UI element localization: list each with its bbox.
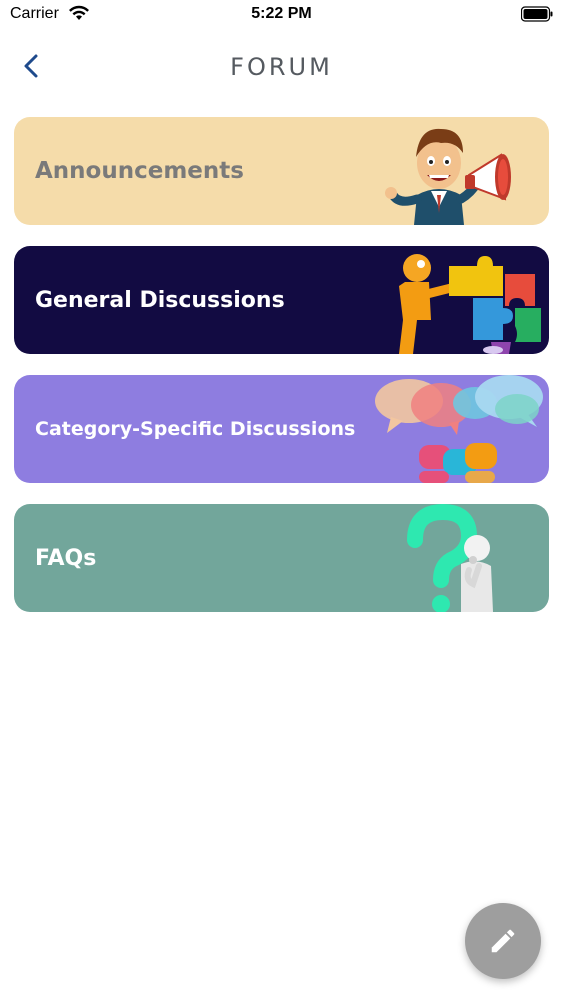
category-label: Category-Specific Discussions bbox=[35, 418, 356, 440]
category-card-general-discussions[interactable]: General Discussions bbox=[14, 246, 549, 354]
pencil-icon bbox=[491, 929, 515, 953]
battery-icon bbox=[521, 6, 553, 22]
page-title: FORUM bbox=[230, 53, 333, 81]
category-label: General Discussions bbox=[35, 287, 285, 313]
megaphone-man-illustration bbox=[385, 128, 511, 225]
category-card-category-specific-discussions[interactable]: Category-Specific Discussions bbox=[14, 375, 549, 483]
category-card-announcements[interactable]: Announcements bbox=[14, 117, 549, 225]
question-mark-figure-illustration bbox=[407, 504, 493, 612]
speech-bubbles-illustration bbox=[375, 375, 543, 483]
category-label: FAQs bbox=[35, 545, 97, 571]
nav-bar: FORUM bbox=[0, 40, 563, 92]
status-time: 5:22 PM bbox=[251, 5, 312, 22]
category-label: Announcements bbox=[35, 158, 244, 184]
category-card-faqs[interactable]: FAQs bbox=[14, 504, 549, 612]
compose-button[interactable] bbox=[465, 903, 541, 979]
puzzle-pieces-illustration bbox=[399, 254, 541, 354]
status-bar: Carrier 5:22 PM bbox=[0, 0, 563, 30]
